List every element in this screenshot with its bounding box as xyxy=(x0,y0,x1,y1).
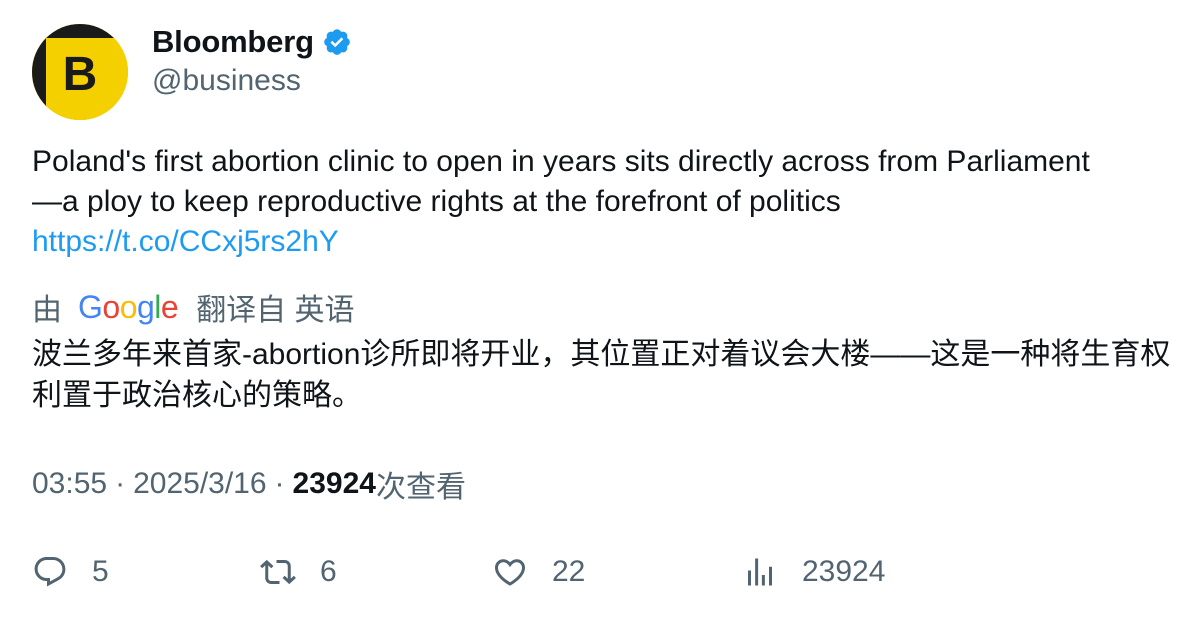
meta-separator: · xyxy=(274,467,285,500)
heart-icon xyxy=(494,559,526,586)
meta-separator: · xyxy=(115,467,126,500)
bar-chart-icon xyxy=(748,558,772,586)
views-label: 次查看 xyxy=(375,471,466,504)
tweet-link[interactable]: https://t.co/CCxj5rs2hY xyxy=(32,222,339,262)
tweet-meta: 03:55 · 2025/3/16 · 23924 次查看 xyxy=(32,464,466,504)
retweet-count: 6 xyxy=(320,555,337,588)
author-name-row: Bloomberg xyxy=(152,22,352,62)
author-handle[interactable]: @business xyxy=(152,64,301,98)
views-button[interactable]: 23924 xyxy=(742,550,885,594)
reply-button[interactable]: 5 xyxy=(32,550,109,594)
tweet-date[interactable]: 2025/3/16 xyxy=(133,467,266,501)
translated-text: 波兰多年来首家-abortion诊所即将开业，其位置正对着议会大楼——这是一种将… xyxy=(32,338,1171,412)
retweet-button[interactable]: 6 xyxy=(260,550,337,594)
reply-count: 5 xyxy=(92,555,109,588)
reply-bubble-icon xyxy=(34,557,66,587)
bloomberg-logo-icon: B xyxy=(32,24,128,120)
translation-prefix: 由 xyxy=(32,294,62,327)
like-count: 22 xyxy=(552,555,586,588)
avatar-letter: B xyxy=(63,48,98,101)
verified-badge-icon xyxy=(324,29,350,55)
views-action-count: 23924 xyxy=(802,555,886,588)
author-display-name[interactable]: Bloomberg xyxy=(152,24,314,60)
like-button[interactable]: 22 xyxy=(492,550,585,594)
tweet-actions: 5 6 22 23924 xyxy=(32,550,1172,594)
tweet-time[interactable]: 03:55 xyxy=(32,467,107,501)
tweet-text: Poland's first abortion clinic to open i… xyxy=(32,145,1090,218)
retweet-arrows-icon xyxy=(260,559,296,585)
views-count: 23924 xyxy=(292,467,376,500)
author-avatar[interactable]: B xyxy=(32,24,128,120)
translation-suffix: 翻译自 英语 xyxy=(196,294,355,327)
translation-attribution: 由 Google 翻译自 英语 xyxy=(32,286,355,328)
google-logo-icon: Google xyxy=(78,288,179,325)
